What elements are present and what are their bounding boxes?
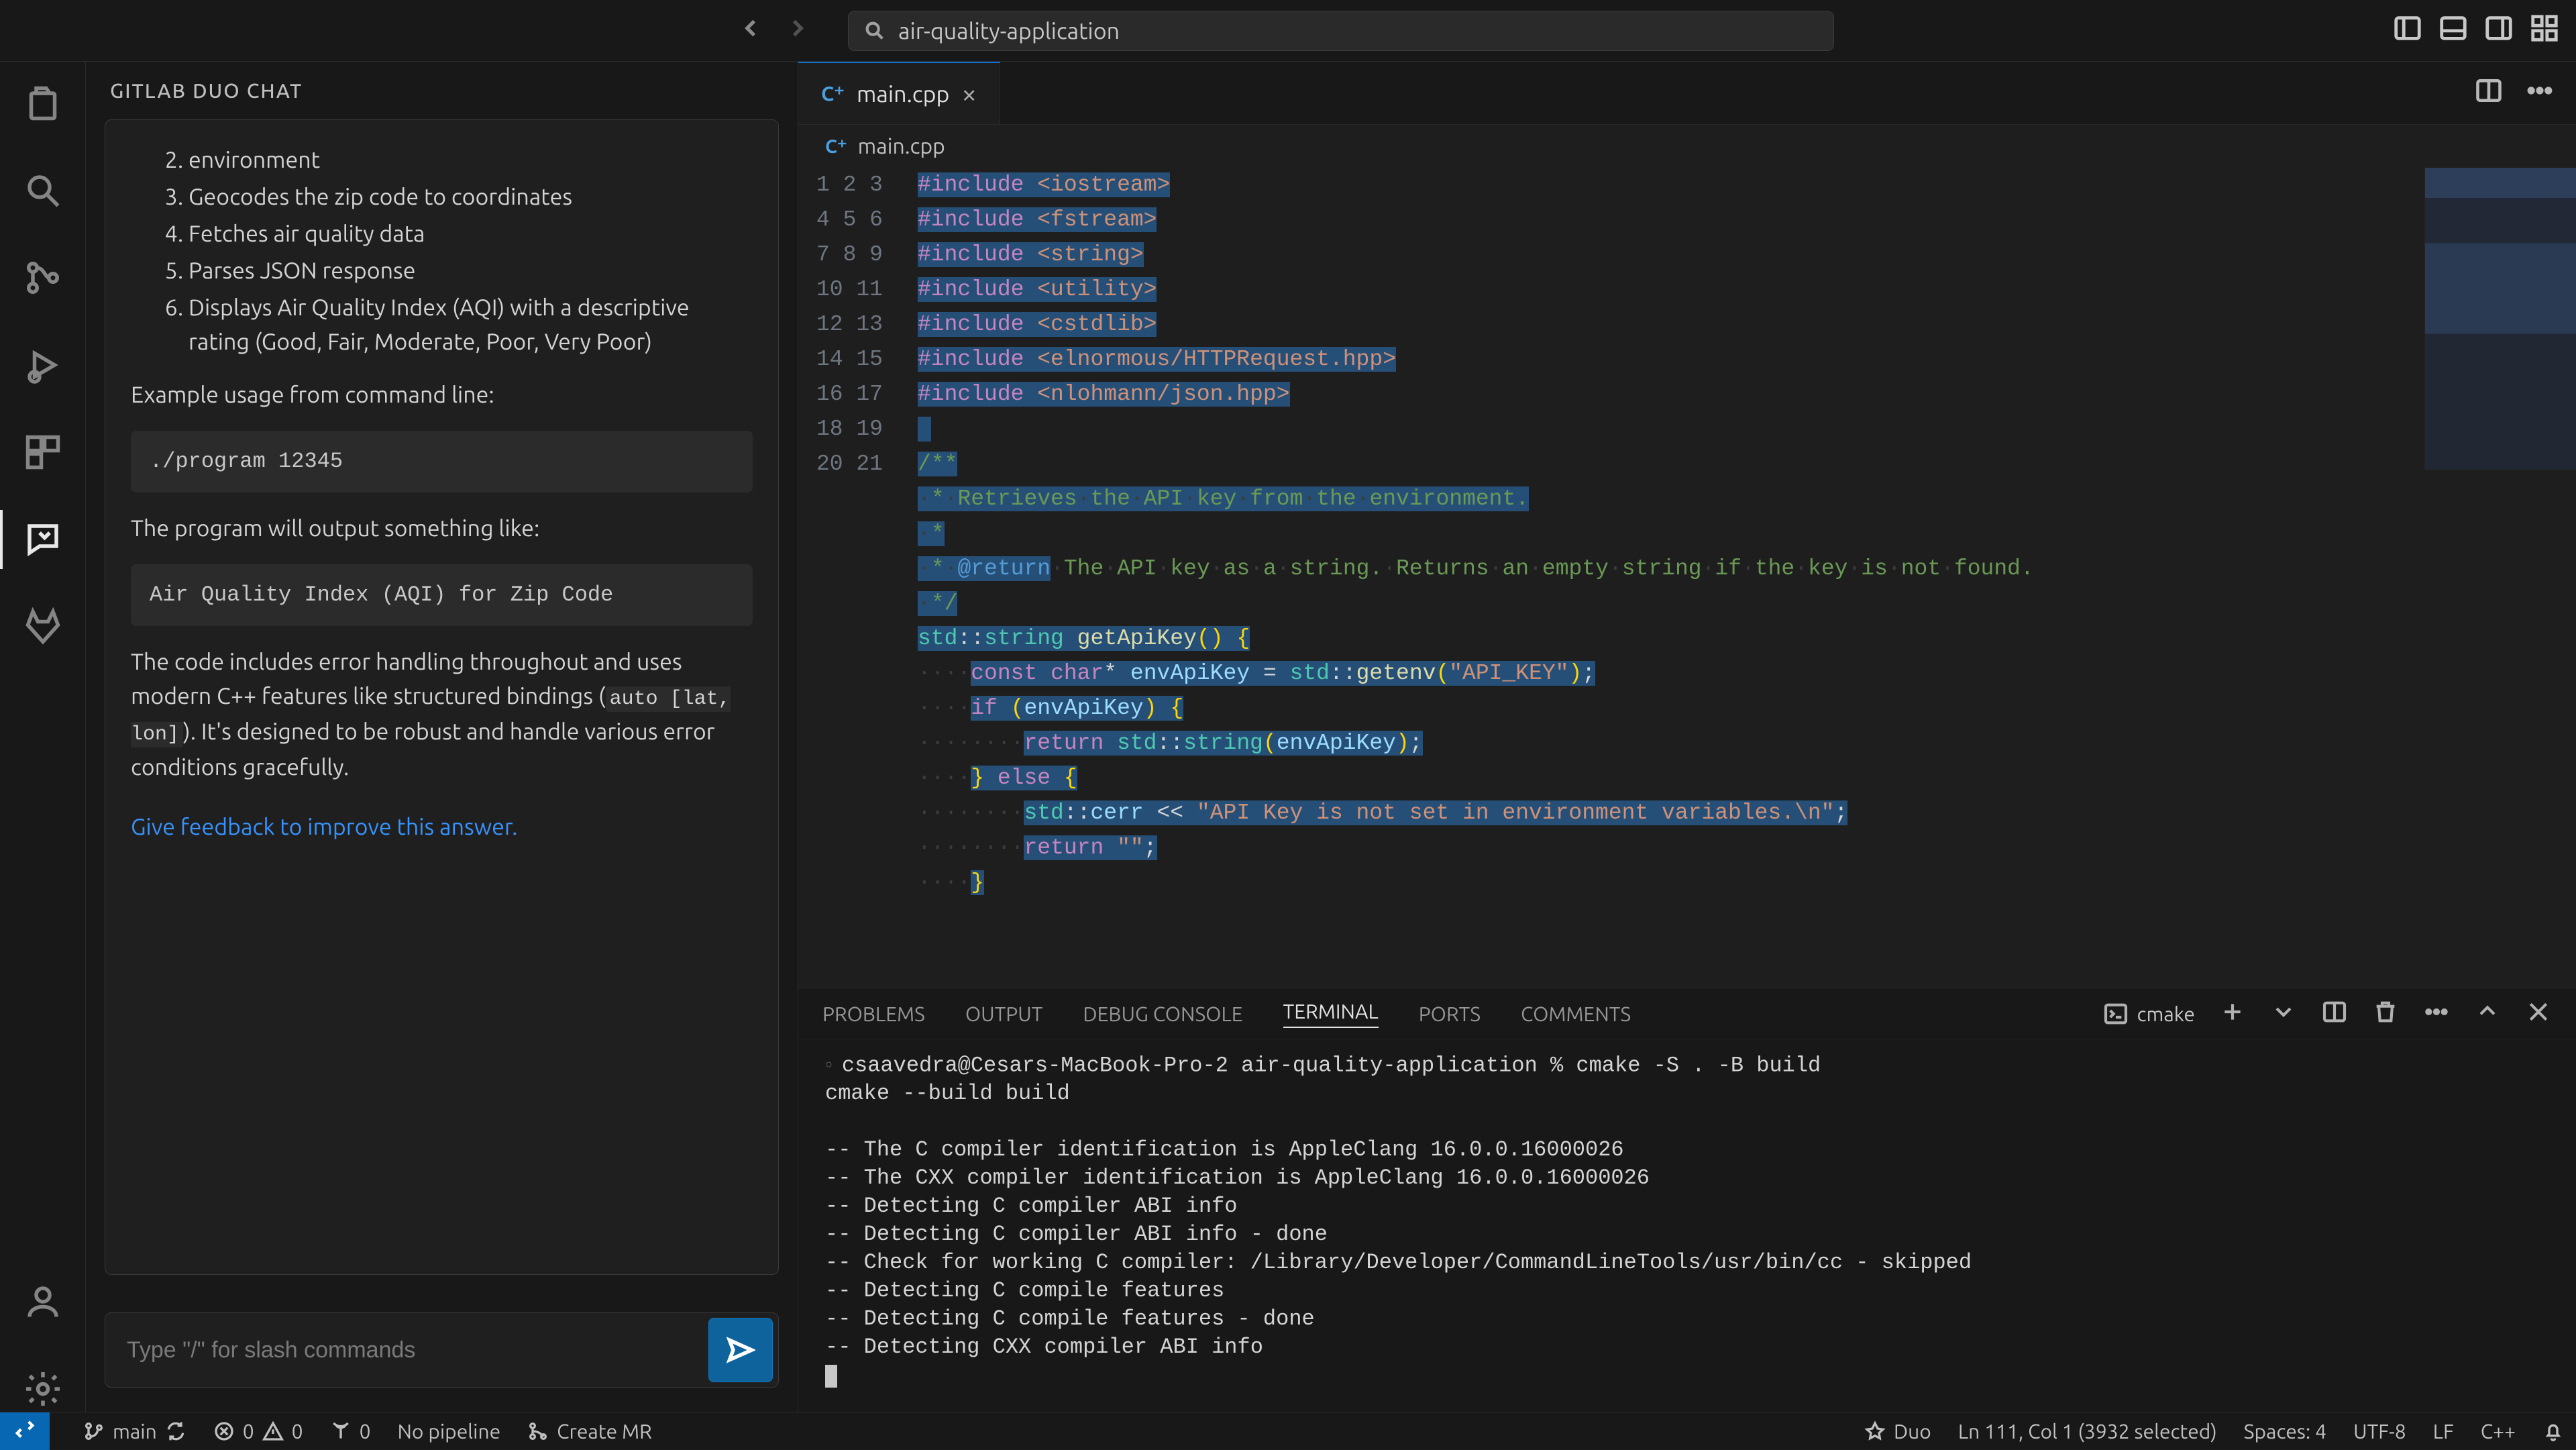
chat-list-item: Fetches air quality data [189, 217, 753, 251]
activity-bar [0, 62, 86, 1412]
warning-icon [262, 1420, 284, 1442]
status-notifications[interactable] [2542, 1420, 2564, 1442]
maximize-panel-icon[interactable] [2474, 998, 2501, 1029]
duo-icon [1864, 1420, 1886, 1442]
code-editor[interactable]: 1 2 3 4 5 6 7 8 9 10 11 12 13 14 15 16 1… [798, 168, 2576, 988]
panel-tab-comments[interactable]: COMMENTS [1521, 1002, 1631, 1025]
breadcrumb-item: main.cpp [858, 134, 945, 158]
chat-text: Example usage from command line: [131, 378, 753, 412]
panel-tab-debug[interactable]: DEBUG CONSOLE [1083, 1002, 1242, 1025]
search-icon[interactable] [20, 168, 66, 213]
status-ports[interactable]: 0 [330, 1420, 371, 1443]
status-duo[interactable]: Duo [1864, 1420, 1931, 1443]
tab-main-cpp[interactable]: C⁺ main.cpp × [798, 62, 1000, 124]
status-language[interactable]: C++ [2481, 1420, 2516, 1443]
run-debug-icon[interactable] [20, 342, 66, 388]
status-cursor[interactable]: Ln 111, Col 1 (3932 selected) [1958, 1420, 2217, 1443]
sync-icon [165, 1420, 186, 1442]
more-actions-icon[interactable] [2525, 76, 2555, 110]
antenna-icon [330, 1420, 352, 1442]
layout-panel-icon[interactable] [2438, 13, 2469, 48]
chat-input-row [105, 1312, 779, 1388]
split-editor-icon[interactable] [2474, 76, 2504, 110]
chat-list-item: environment [189, 143, 753, 177]
accounts-icon[interactable] [20, 1279, 66, 1325]
layout-sidebar-right-icon[interactable] [2483, 13, 2514, 48]
split-terminal-icon[interactable] [2321, 998, 2348, 1029]
chat-text: The code includes error handling through… [131, 645, 753, 784]
status-create-mr[interactable]: Create MR [527, 1420, 652, 1443]
layout-sidebar-left-icon[interactable] [2392, 13, 2423, 48]
panel-tab-problems[interactable]: PROBLEMS [822, 1002, 925, 1025]
search-icon [863, 19, 886, 42]
send-icon [726, 1335, 755, 1365]
tab-label: main.cpp [857, 81, 949, 107]
chat-panel-title: GITLAB DUO CHAT [86, 62, 798, 119]
status-bar: main 0 0 0 No pipeline Create MR Duo Ln … [0, 1412, 2576, 1449]
chat-input[interactable] [111, 1318, 708, 1382]
bell-icon [2542, 1420, 2564, 1442]
status-encoding[interactable]: UTF-8 [2353, 1420, 2406, 1443]
bottom-panel: PROBLEMS OUTPUT DEBUG CONSOLE TERMINAL P… [798, 988, 2576, 1412]
nav-back-icon[interactable] [737, 14, 765, 47]
panel-tab-ports[interactable]: PORTS [1419, 1002, 1481, 1025]
panel-tab-output[interactable]: OUTPUT [965, 1002, 1043, 1025]
chat-code-block: ./program 12345 [131, 431, 753, 493]
close-panel-icon[interactable] [2525, 998, 2552, 1029]
layout-customize-icon[interactable] [2529, 13, 2560, 48]
panel-tab-terminal[interactable]: TERMINAL [1283, 1000, 1379, 1028]
merge-icon [527, 1420, 549, 1442]
feedback-link[interactable]: Give feedback to improve this answer. [131, 810, 753, 844]
kill-terminal-icon[interactable] [2372, 998, 2399, 1029]
extensions-icon[interactable] [20, 429, 66, 475]
minimap[interactable] [2424, 168, 2576, 470]
cpp-lang-icon: C⁺ [825, 136, 847, 158]
line-number-gutter: 1 2 3 4 5 6 7 8 9 10 11 12 13 14 15 16 1… [798, 168, 903, 482]
status-eol[interactable]: LF [2433, 1420, 2454, 1443]
command-center[interactable]: air-quality-application [848, 11, 1834, 51]
breadcrumbs[interactable]: C⁺ main.cpp [798, 125, 2576, 168]
explorer-icon[interactable] [20, 81, 66, 126]
terminal-icon [2102, 1000, 2129, 1027]
nav-forward-icon[interactable] [784, 14, 812, 47]
chat-code-block: Air Quality Index (AQI) for Zip Code [131, 564, 753, 626]
cpp-lang-icon: C⁺ [821, 82, 845, 106]
editor-group: C⁺ main.cpp × C⁺ main.cpp 1 2 3 4 5 6 7 … [798, 62, 2576, 1412]
remote-indicator[interactable] [0, 1412, 50, 1450]
source-control-icon[interactable] [20, 255, 66, 301]
chat-list-item: Geocodes the zip code to coordinates [189, 180, 753, 214]
status-branch[interactable]: main [83, 1420, 186, 1443]
terminal-dropdown-icon[interactable] [2270, 998, 2297, 1029]
tab-bar: C⁺ main.cpp × [798, 62, 2576, 125]
title-bar: air-quality-application [0, 0, 2576, 62]
gitlab-duo-chat-icon[interactable] [20, 517, 66, 562]
new-terminal-icon[interactable] [2219, 998, 2246, 1029]
code-content: #include <iostream> #include <fstream>#i… [918, 168, 2408, 900]
chat-text: The program will output something like: [131, 511, 753, 546]
panel-tabs: PROBLEMS OUTPUT DEBUG CONSOLE TERMINAL P… [798, 988, 2576, 1039]
chat-message: environment Geocodes the zip code to coo… [105, 119, 779, 1275]
error-icon [213, 1420, 235, 1442]
status-spaces[interactable]: Spaces: 4 [2244, 1420, 2326, 1443]
status-pipeline[interactable]: No pipeline [398, 1420, 501, 1443]
panel-more-icon[interactable] [2423, 998, 2450, 1029]
status-problems[interactable]: 0 0 [213, 1420, 303, 1443]
settings-gear-icon[interactable] [20, 1366, 66, 1412]
chat-list-item: Parses JSON response [189, 254, 753, 288]
branch-icon [83, 1420, 105, 1442]
chat-panel: GITLAB DUO CHAT environment Geocodes the… [86, 62, 798, 1412]
chat-list-item: Displays Air Quality Index (AQI) with a … [189, 291, 753, 359]
command-center-text: air-quality-application [898, 18, 1120, 44]
terminal-selector[interactable]: cmake [2102, 1000, 2195, 1027]
terminal-output[interactable]: ○csaavedra@Cesars-MacBook-Pro-2 air-qual… [798, 1039, 2576, 1412]
gitlab-icon[interactable] [20, 604, 66, 650]
send-button[interactable] [708, 1318, 773, 1382]
tab-close-icon[interactable]: × [961, 81, 977, 107]
